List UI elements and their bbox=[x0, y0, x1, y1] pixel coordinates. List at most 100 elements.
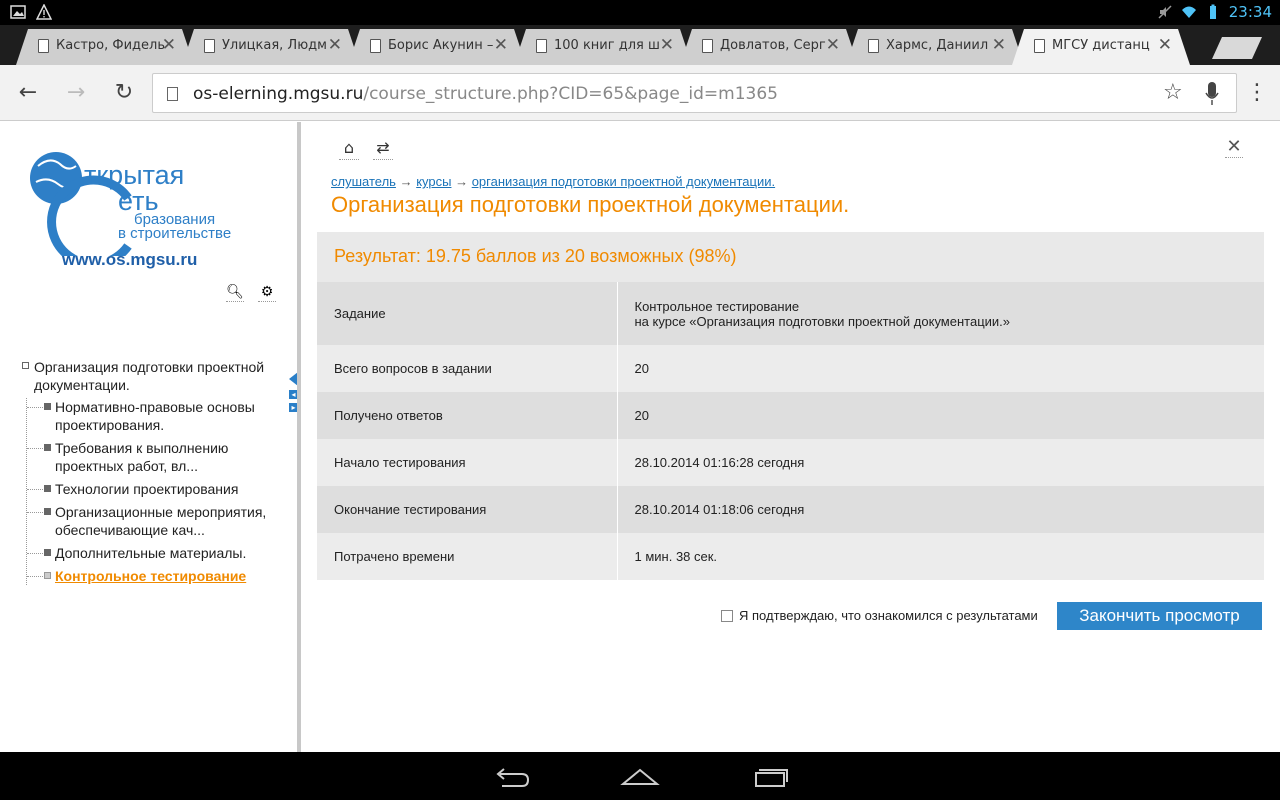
bullet-icon bbox=[44, 444, 51, 451]
row-value: 20 bbox=[634, 361, 649, 376]
browser-tab[interactable]: Борис Акунин – ✕ bbox=[348, 29, 526, 65]
back-arrow-icon[interactable]: ← bbox=[14, 79, 42, 107]
table-row: Потрачено времени 1 мин. 38 сек. bbox=[317, 533, 1264, 580]
tree-item[interactable]: Технологии проектирования bbox=[27, 480, 292, 498]
browser-tab-active[interactable]: МГСУ дистанц ✕ bbox=[1012, 29, 1190, 65]
bullet-icon bbox=[44, 572, 51, 579]
page-icon bbox=[868, 39, 879, 53]
page-icon bbox=[204, 39, 215, 53]
row-key: Задание bbox=[317, 282, 618, 345]
tree-root[interactable]: Организация подготовки проектной докумен… bbox=[22, 358, 292, 394]
home-nav-icon[interactable] bbox=[620, 764, 660, 788]
bookmark-star-icon[interactable]: ☆ bbox=[1163, 80, 1183, 105]
breadcrumb: слушатель → курсы → организация подготов… bbox=[331, 174, 775, 189]
row-key: Окончание тестирования bbox=[317, 486, 618, 533]
address-bar[interactable]: os-elerning.mgsu.ru/course_structure.php… bbox=[152, 73, 1237, 113]
wifi-icon bbox=[1181, 6, 1196, 18]
tab-label: Хармс, Даниил bbox=[886, 38, 989, 53]
row-value: 1 мин. 38 сек. bbox=[634, 549, 718, 564]
close-tab-icon[interactable]: ✕ bbox=[328, 35, 342, 55]
clock: 23:34 bbox=[1228, 3, 1272, 21]
warning-icon bbox=[36, 4, 52, 20]
logo-text-4: в строительстве bbox=[118, 225, 231, 242]
url-text[interactable]: os-elerning.mgsu.ru/course_structure.php… bbox=[193, 84, 778, 104]
url-path: /course_structure.php?CID=65&page_id=m13… bbox=[363, 84, 778, 104]
open-network-logo: ткрытая еть бразования в строительстве bbox=[30, 152, 231, 256]
row-key: Начало тестирования bbox=[317, 439, 618, 486]
row-value-line: на курсе «Организация подготовки проектн… bbox=[634, 313, 1011, 329]
table-row: Окончание тестирования 28.10.2014 01:18:… bbox=[317, 486, 1264, 533]
browser-tab[interactable]: Улицкая, Людм ✕ bbox=[182, 29, 360, 65]
tree-root-label: Организация подготовки проектной докумен… bbox=[34, 359, 265, 393]
back-nav-icon[interactable] bbox=[492, 764, 532, 788]
close-tab-icon[interactable]: ✕ bbox=[826, 35, 840, 55]
new-tab-button[interactable] bbox=[1212, 37, 1262, 59]
tree-expand-icon[interactable] bbox=[22, 362, 29, 369]
close-tab-icon[interactable]: ✕ bbox=[992, 35, 1006, 55]
search-icon[interactable]: 🔍︎ bbox=[226, 284, 244, 302]
forward-arrow-icon[interactable]: → bbox=[62, 79, 90, 107]
row-value: 28.10.2014 01:16:28 сегодня bbox=[634, 455, 805, 470]
tab-strip: Кастро, Фидель ✕ Улицкая, Людм ✕ Борис А… bbox=[0, 25, 1280, 65]
home-icon[interactable]: ⌂ bbox=[339, 138, 359, 160]
site-url[interactable]: www.os.mgsu.ru bbox=[62, 250, 197, 270]
row-value-line: Контрольное тестирование bbox=[634, 298, 800, 314]
browser-tab[interactable]: Довлатов, Серг ✕ bbox=[680, 29, 858, 65]
settings-gear-icon[interactable]: ⚙ bbox=[258, 284, 276, 302]
confirm-checkbox[interactable] bbox=[721, 609, 733, 622]
browser-tab[interactable]: 100 книг для ш ✕ bbox=[514, 29, 692, 65]
breadcrumb-arrow: → bbox=[399, 174, 413, 189]
tab-label: Борис Акунин – bbox=[388, 38, 494, 53]
bullet-icon bbox=[44, 403, 51, 410]
row-value: Контрольное тестирование на курсе «Органи… bbox=[617, 282, 1264, 345]
microphone-icon[interactable] bbox=[1205, 81, 1219, 107]
row-key: Потрачено времени bbox=[317, 533, 618, 580]
breadcrumb-link[interactable]: организация подготовки проектной докумен… bbox=[472, 174, 775, 189]
tree-item-label: Нормативно-правовые основы проектировани… bbox=[55, 399, 255, 433]
page-icon bbox=[702, 39, 713, 53]
browser-tab[interactable]: Хармс, Даниил ✕ bbox=[846, 29, 1024, 65]
result-text: Результат: 19.75 баллов из 20 возможных … bbox=[334, 246, 737, 266]
mute-icon bbox=[1158, 5, 1172, 19]
tree-item-label: Дополнительные материалы. bbox=[55, 545, 247, 561]
row-key: Получено ответов bbox=[317, 392, 618, 439]
bullet-icon bbox=[44, 485, 51, 492]
row-value: 20 bbox=[634, 408, 649, 423]
page-icon bbox=[167, 87, 178, 101]
close-icon[interactable]: ✕ bbox=[1225, 136, 1243, 158]
page-title: Организация подготовки проектной докумен… bbox=[331, 192, 850, 217]
table-row: Всего вопросов в задании 20 bbox=[317, 345, 1264, 392]
page-icon bbox=[1034, 39, 1045, 53]
table-row: Получено ответов 20 bbox=[317, 392, 1264, 439]
page-icon bbox=[38, 39, 49, 53]
finish-view-button[interactable]: Закончить просмотр bbox=[1057, 602, 1262, 630]
close-tab-icon[interactable]: ✕ bbox=[494, 35, 508, 55]
breadcrumb-link[interactable]: курсы bbox=[416, 174, 451, 189]
course-sidebar: ткрытая еть бразования в строительстве w… bbox=[0, 122, 298, 752]
switch-icon[interactable]: ⇄ bbox=[373, 138, 393, 160]
browser-toolbar: ← → ↻ os-elerning.mgsu.ru/course_structu… bbox=[0, 65, 1280, 121]
tree-item[interactable]: Дополнительные материалы. bbox=[27, 544, 292, 562]
close-tab-icon[interactable]: ✕ bbox=[1158, 35, 1172, 55]
battery-icon bbox=[1209, 4, 1216, 19]
table-row: Задание Контрольное тестирование на курсе… bbox=[317, 282, 1264, 345]
confirm-label: Я подтверждаю, что ознакомился с результ… bbox=[739, 608, 1038, 623]
tree-item[interactable]: Нормативно-правовые основы проектировани… bbox=[27, 398, 292, 434]
confirm-row[interactable]: Я подтверждаю, что ознакомился с результ… bbox=[721, 608, 1038, 623]
recents-nav-icon[interactable] bbox=[750, 764, 790, 788]
tree-item[interactable]: Организационные мероприятия, обеспечиваю… bbox=[27, 503, 292, 539]
main-content: ⌂ ⇄ ✕ слушатель → курсы → организация по… bbox=[301, 122, 1280, 752]
tree-item-label: Технологии проектирования bbox=[55, 481, 239, 497]
tree-item-current[interactable]: Контрольное тестирование bbox=[27, 567, 292, 585]
browser-tab[interactable]: Кастро, Фидель ✕ bbox=[16, 29, 194, 65]
table-row: Начало тестирования 28.10.2014 01:16:28 … bbox=[317, 439, 1264, 486]
breadcrumb-link[interactable]: слушатель bbox=[331, 174, 396, 189]
menu-dots-icon[interactable]: ⋮ bbox=[1243, 79, 1271, 107]
tree-item-label: Организационные мероприятия, обеспечиваю… bbox=[55, 504, 267, 538]
tree-item[interactable]: Требования к выполнению проектных работ,… bbox=[27, 439, 292, 475]
reload-icon[interactable]: ↻ bbox=[110, 79, 138, 107]
tree-item-label: Контрольное тестирование bbox=[55, 568, 247, 584]
breadcrumb-arrow: → bbox=[455, 174, 469, 189]
close-tab-icon[interactable]: ✕ bbox=[162, 35, 176, 55]
close-tab-icon[interactable]: ✕ bbox=[660, 35, 674, 55]
